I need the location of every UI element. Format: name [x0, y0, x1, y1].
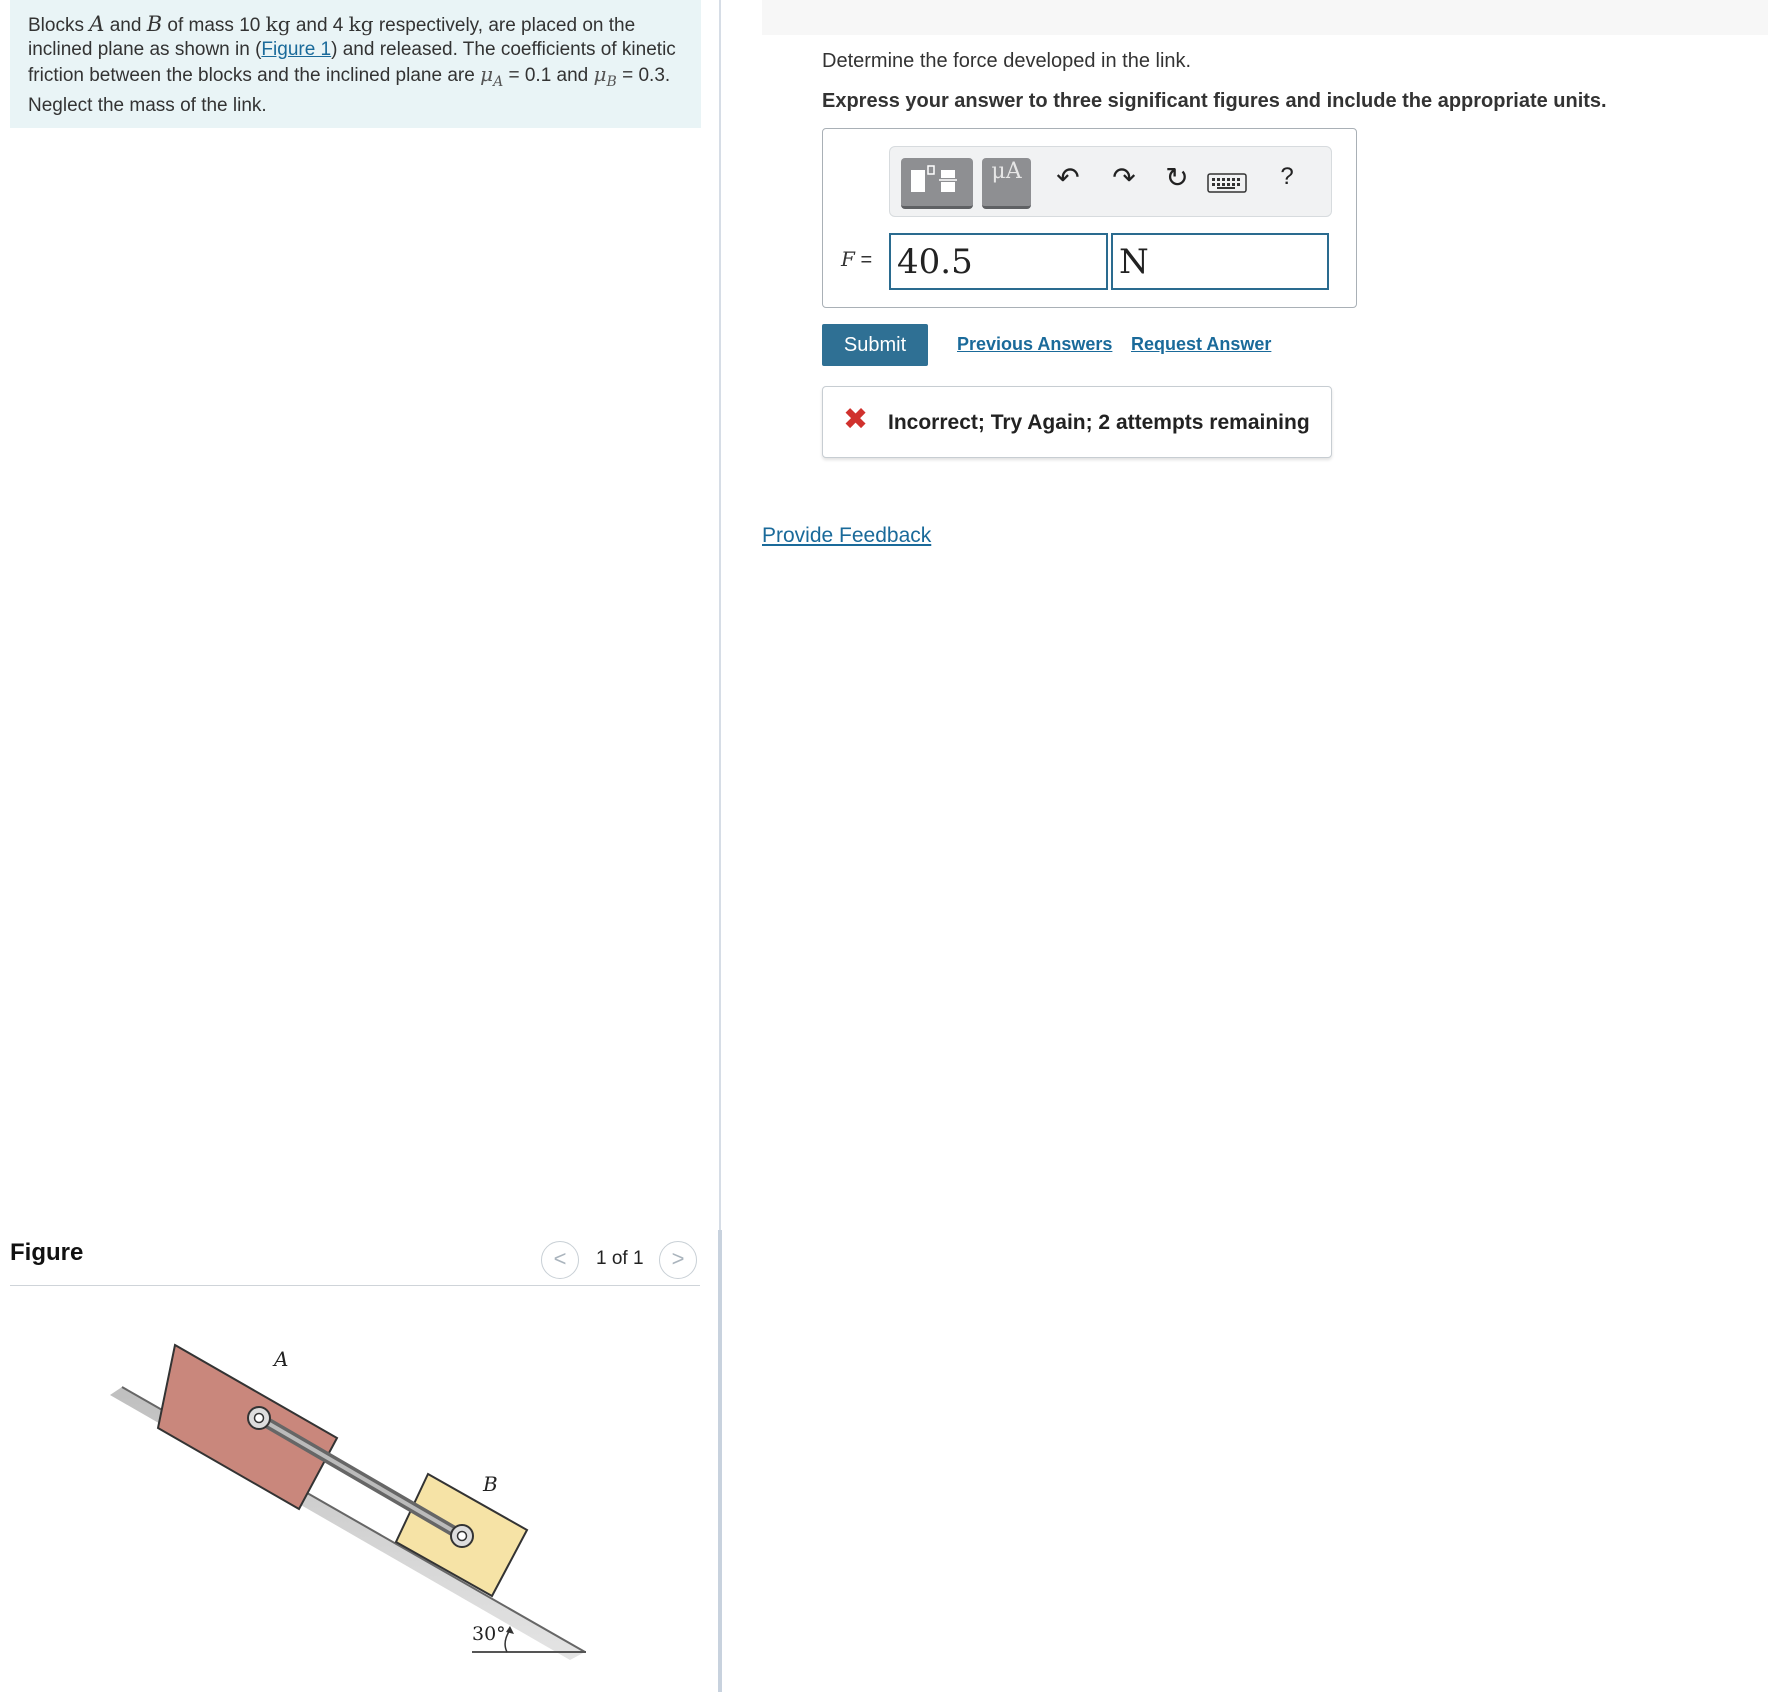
problem-text: Blocks	[28, 15, 90, 36]
unit-kg: kg	[265, 12, 291, 36]
math-toolbar: μA ↶ ↷ ↻ ?	[889, 146, 1332, 217]
pin-b-center	[456, 1530, 468, 1542]
var-b: B	[146, 12, 163, 36]
feedback-message: Incorrect; Try Again; 2 attempts remaini…	[888, 411, 1310, 434]
mu-a-icon: μA	[991, 159, 1022, 184]
figure-link[interactable]: Figure 1	[261, 39, 331, 60]
equals-sign: =	[854, 249, 873, 271]
mu-b-subscript: B	[606, 74, 617, 90]
answer-variable-label: F =	[841, 247, 872, 272]
problem-statement: Blocks A and B of mass 10 kg and 4 kg re…	[10, 0, 701, 128]
answer-value-input[interactable]: 40.5	[889, 233, 1108, 290]
block-a	[156, 1343, 339, 1511]
label-a: A	[272, 1347, 288, 1371]
previous-answers-link[interactable]: Previous Answers	[957, 334, 1112, 355]
units-button[interactable]: μA	[982, 158, 1031, 209]
angle-arc	[504, 1629, 511, 1653]
pin-a-center	[253, 1412, 265, 1424]
answer-box: μA ↶ ↷ ↻ ? F = 40.5 N	[822, 128, 1357, 308]
chevron-left-icon: <	[553, 1246, 567, 1271]
figure-header: Figure < 1 of 1 >	[10, 1230, 700, 1286]
undo-icon[interactable]: ↶	[1051, 161, 1085, 194]
var-a: A	[89, 12, 105, 36]
problem-text: of mass 10	[162, 15, 266, 36]
mu-a: μA	[480, 62, 503, 90]
question-prompt: Determine the force developed in the lin…	[822, 50, 1192, 72]
angle-arrow	[506, 1626, 514, 1634]
reset-icon[interactable]: ↻	[1160, 161, 1194, 194]
answer-instruction: Express your answer to three significant…	[822, 90, 1607, 112]
figure-page-count: 1 of 1	[596, 1248, 644, 1269]
figure-prev-button[interactable]: <	[541, 1241, 579, 1279]
provide-feedback-link[interactable]: Provide Feedback	[762, 524, 931, 548]
unit-kg: kg	[348, 12, 374, 36]
column-divider-lower	[718, 1230, 722, 1692]
mu-b: μB	[593, 62, 617, 90]
chevron-right-icon: >	[671, 1246, 685, 1271]
problem-text: and 4	[290, 15, 349, 36]
variable-f: F	[841, 247, 855, 271]
incorrect-x-icon: ✖	[843, 403, 869, 436]
problem-text: = 0.1 and	[503, 65, 594, 86]
templates-button[interactable]	[901, 158, 973, 209]
angle-label: 30°	[472, 1623, 506, 1645]
mu-symbol: μ	[593, 62, 607, 86]
answer-unit-input[interactable]: N	[1111, 233, 1329, 290]
problem-text: and	[104, 15, 147, 36]
figure-diagram: A B 30°	[110, 1343, 586, 1660]
redo-icon[interactable]: ↷	[1107, 161, 1141, 194]
top-strip	[762, 0, 1768, 35]
figure-title: Figure	[10, 1239, 84, 1266]
templates-icon	[911, 165, 957, 192]
figure-next-button[interactable]: >	[659, 1241, 697, 1279]
request-answer-link[interactable]: Request Answer	[1131, 334, 1271, 355]
label-b: B	[482, 1472, 498, 1496]
help-icon[interactable]: ?	[1270, 163, 1304, 191]
feedback-message-box: ✖ Incorrect; Try Again; 2 attempts remai…	[822, 386, 1332, 458]
mu-symbol: μ	[480, 62, 494, 86]
mu-a-subscript: A	[493, 74, 504, 90]
keyboard-shape	[1207, 173, 1247, 193]
submit-button[interactable]: Submit	[822, 324, 928, 366]
keyboard-icon[interactable]	[1207, 169, 1247, 201]
